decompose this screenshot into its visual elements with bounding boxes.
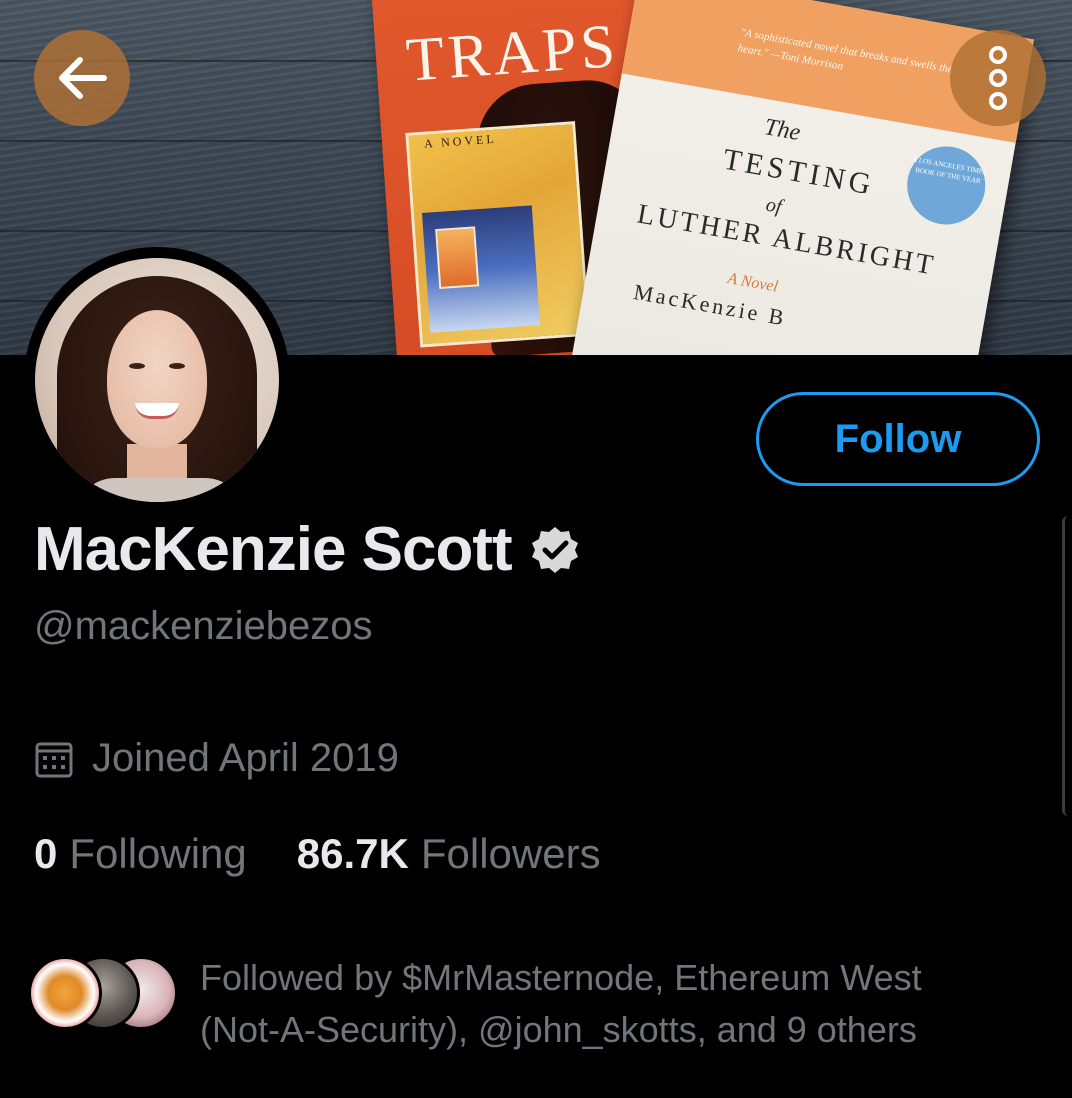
verified-badge-icon xyxy=(531,526,578,573)
book-luther-novel: A Novel xyxy=(726,270,780,296)
followed-by-text: Followed by $MrMasternode, Ethereum West… xyxy=(200,957,922,1050)
follow-button[interactable]: Follow xyxy=(756,392,1040,486)
following-link[interactable]: 0 Following xyxy=(34,830,247,878)
followed-by-avatars xyxy=(28,952,188,1030)
profile-handle: @mackenziebezos xyxy=(34,604,373,648)
followers-label: Followers xyxy=(420,830,601,877)
following-label: Following xyxy=(69,830,247,877)
followed-by-row[interactable]: Followed by $MrMasternode, Ethereum West… xyxy=(28,952,1000,1056)
arrow-left-icon xyxy=(59,57,107,99)
follow-stats: 0 Following 86.7K Followers xyxy=(34,830,601,878)
followers-link[interactable]: 86.7K Followers xyxy=(297,830,601,878)
book-traps-title: TRAPS xyxy=(403,11,622,95)
follower-avatar xyxy=(28,956,102,1030)
book-luther-the: The xyxy=(762,114,803,147)
scrollbar[interactable] xyxy=(1062,516,1072,816)
joined-date-row: Joined April 2019 xyxy=(34,736,399,781)
book-luther-of: of xyxy=(764,193,784,219)
profile-avatar[interactable] xyxy=(24,247,290,513)
profile-name-row: MacKenzie Scott xyxy=(34,514,580,585)
book-luther-testing: TESTING xyxy=(720,142,877,202)
book-luther-seal: A LOS ANGELES TIMES BOOK OF THE YEAR xyxy=(901,140,992,231)
book-luther-name: LUTHER ALBRIGHT xyxy=(634,198,939,282)
joined-date: Joined April 2019 xyxy=(92,736,399,780)
more-vertical-icon xyxy=(989,46,1007,110)
photo-inner-small xyxy=(435,226,480,290)
profile-name: MacKenzie Scott xyxy=(34,515,513,584)
calendar-icon xyxy=(35,742,73,777)
following-count: 0 xyxy=(34,830,58,877)
followers-count: 86.7K xyxy=(296,830,409,877)
avatar-photo xyxy=(35,258,279,502)
book-traps-photo xyxy=(405,121,590,348)
back-button[interactable] xyxy=(34,30,130,126)
more-options-button[interactable] xyxy=(950,30,1046,126)
